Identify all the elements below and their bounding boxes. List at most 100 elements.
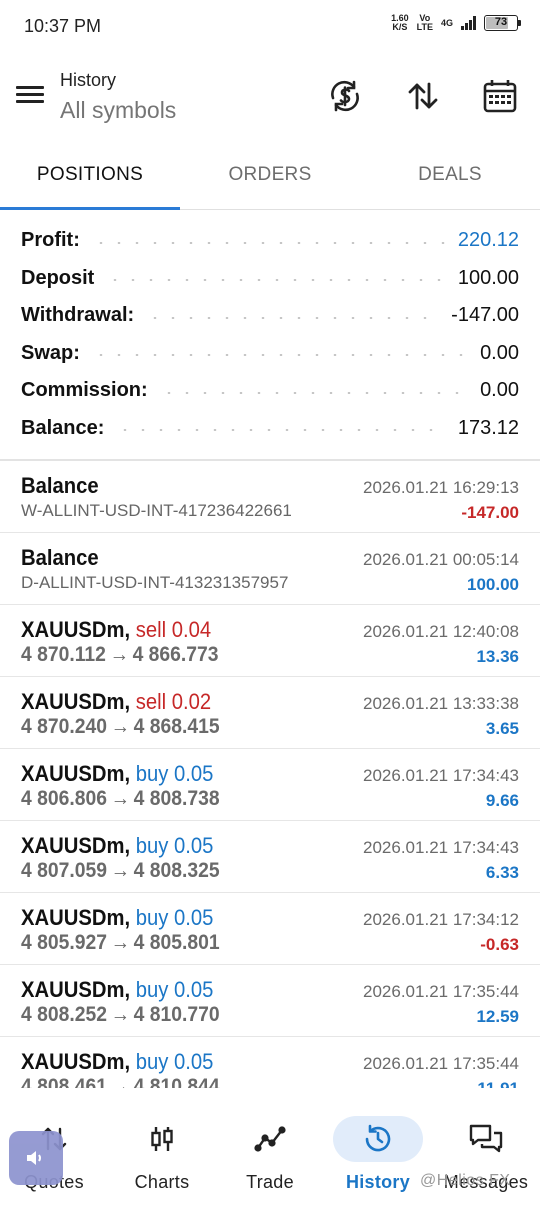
tab-deals[interactable]: DEALS bbox=[360, 148, 540, 209]
deal-symbol: XAUUSDm bbox=[21, 1049, 125, 1074]
summary-row-swap: Swap: 0.00 bbox=[0, 335, 540, 373]
close-price: 4 810.770 bbox=[133, 1003, 220, 1026]
open-price: 4 808.461 bbox=[21, 1075, 107, 1088]
dotted-leader bbox=[146, 316, 440, 319]
list-item[interactable]: XAUUSDm, buy 0.05 4 806.806 → 4 808.738 20… bbox=[0, 749, 540, 821]
tab-positions[interactable]: POSITIONS bbox=[0, 148, 180, 210]
deal-time: 2026.01.21 17:35:44 bbox=[363, 1054, 519, 1073]
summary-label: Profit: bbox=[21, 229, 80, 252]
close-price: 4 866.773 bbox=[132, 643, 219, 666]
deal-side: buy 0.05 bbox=[135, 977, 214, 1002]
deal-profit: 12.59 bbox=[476, 1007, 519, 1026]
status-bar: 10:37 PM 1.60 K/S Vo LTE 4G 73 bbox=[0, 0, 540, 54]
deal-symbol: XAUUSDm bbox=[21, 977, 125, 1002]
summary-row-profit: Profit: 220.12 bbox=[0, 222, 540, 260]
history-list[interactable]: Balance W-ALLINT-USD-INT-417236422661 20… bbox=[0, 461, 540, 1088]
deal-title: XAUUSDm, buy 0.05 bbox=[21, 833, 214, 858]
list-item[interactable]: Balance D-ALLINT-USD-INT-413231357957 20… bbox=[0, 533, 540, 605]
deal-prices: 4 808.461 → 4 810.844 bbox=[21, 1075, 220, 1088]
list-item[interactable]: XAUUSDm, sell 0.02 4 870.240 → 4 868.415 2… bbox=[0, 677, 540, 749]
dotted-leader bbox=[91, 354, 469, 357]
deal-symbol: XAUUSDm bbox=[21, 689, 125, 714]
network-speed: 1.60 K/S bbox=[391, 13, 409, 32]
sort-icon[interactable] bbox=[401, 74, 445, 118]
summary-row-deposit: Deposit 100.00 bbox=[0, 260, 540, 298]
deal-symbol: XAUUSDm bbox=[21, 905, 125, 930]
nav-history[interactable]: History bbox=[324, 1098, 432, 1218]
deal-time: 2026.01.21 13:33:38 bbox=[363, 694, 519, 713]
deal-profit: 3.65 bbox=[485, 719, 519, 738]
list-item[interactable]: XAUUSDm, buy 0.05 4 805.927 → 4 805.801 20… bbox=[0, 893, 540, 965]
list-item[interactable]: XAUUSDm, buy 0.05 4 807.059 → 4 808.325 20… bbox=[0, 821, 540, 893]
deal-side: sell 0.02 bbox=[135, 689, 212, 714]
deal-title: XAUUSDm, buy 0.05 bbox=[21, 1049, 214, 1074]
summary-value: 173.12 bbox=[457, 416, 519, 439]
list-item[interactable]: XAUUSDm, sell 0.04 4 870.112 → 4 866.773 2… bbox=[0, 605, 540, 677]
symbol-filter[interactable]: All symbols bbox=[60, 97, 176, 124]
arrow-right-icon: → bbox=[110, 1075, 130, 1088]
trade-icon bbox=[225, 1116, 315, 1162]
summary-value: -147.00 bbox=[451, 304, 519, 327]
deal-profit: 13.36 bbox=[476, 647, 519, 666]
deal-profit: 11.91 bbox=[477, 1079, 519, 1088]
arrow-right-icon: → bbox=[110, 859, 130, 882]
open-price: 4 808.252 bbox=[21, 1003, 107, 1026]
battery-level: 73 bbox=[494, 16, 508, 28]
menu-icon[interactable] bbox=[14, 82, 46, 108]
deal-time: 2026.01.21 00:05:14 bbox=[363, 550, 519, 569]
deal-title: XAUUSDm, sell 0.04 bbox=[21, 617, 212, 642]
nav-messages[interactable]: Messages bbox=[432, 1098, 540, 1218]
status-time: 10:37 PM bbox=[24, 16, 102, 36]
deal-side: buy 0.05 bbox=[135, 1049, 214, 1074]
dotted-leader bbox=[116, 429, 446, 432]
list-item[interactable]: XAUUSDm, buy 0.05 4 808.252 → 4 810.770 20… bbox=[0, 965, 540, 1037]
deal-time: 2026.01.21 17:34:43 bbox=[363, 838, 519, 857]
deal-time: 2026.01.21 16:29:13 bbox=[363, 478, 519, 497]
volte-indicator: Vo LTE bbox=[416, 13, 433, 32]
deal-prices: 4 805.927 → 4 805.801 bbox=[21, 931, 220, 955]
deal-symbol: XAUUSDm bbox=[21, 833, 125, 858]
arrow-right-icon: → bbox=[110, 787, 130, 810]
battery-icon: 73 bbox=[484, 15, 521, 31]
summary-value: 0.00 bbox=[480, 341, 519, 364]
tab-orders[interactable]: ORDERS bbox=[180, 148, 360, 209]
open-price: 4 807.059 bbox=[21, 859, 107, 882]
open-price: 4 806.806 bbox=[21, 787, 107, 810]
deal-profit: 6.33 bbox=[485, 863, 519, 882]
arrow-right-icon: → bbox=[110, 931, 130, 954]
nav-label: Trade bbox=[246, 1172, 294, 1192]
speaker-icon bbox=[27, 1151, 41, 1165]
nav-charts[interactable]: Charts bbox=[108, 1098, 216, 1218]
deal-symbol: Balance bbox=[21, 473, 99, 498]
nav-label: History bbox=[345, 1172, 411, 1192]
list-item[interactable]: XAUUSDm, buy 0.05 4 808.461 → 4 810.844 20… bbox=[0, 1037, 540, 1088]
messages-icon bbox=[441, 1116, 531, 1162]
currency-exchange-icon[interactable] bbox=[323, 74, 367, 118]
history-tabs: POSITIONS ORDERS DEALS bbox=[0, 148, 540, 210]
bottom-navigation: Quotes Charts Trade Histor bbox=[0, 1098, 540, 1218]
list-item[interactable]: Balance W-ALLINT-USD-INT-417236422661 20… bbox=[0, 461, 540, 533]
close-price: 4 808.325 bbox=[133, 859, 220, 882]
watermark: @Helios FX bbox=[420, 1172, 511, 1189]
network-type: 4G bbox=[440, 17, 453, 28]
summary-value: 0.00 bbox=[480, 379, 519, 402]
deal-symbol: XAUUSDm bbox=[21, 617, 125, 642]
history-icon bbox=[333, 1116, 423, 1162]
deal-comment: W-ALLINT-USD-INT-417236422661 bbox=[21, 501, 292, 520]
calendar-icon[interactable] bbox=[478, 74, 522, 118]
open-price: 4 870.240 bbox=[21, 715, 107, 738]
open-price: 4 805.927 bbox=[21, 931, 107, 954]
nav-trade[interactable]: Trade bbox=[216, 1098, 324, 1218]
toolbar: History All symbols bbox=[0, 60, 540, 136]
deal-prices: 4 807.059 → 4 808.325 bbox=[21, 859, 220, 883]
deal-time: 2026.01.21 12:40:08 bbox=[363, 622, 519, 641]
deal-prices: 4 808.252 → 4 810.770 bbox=[21, 1003, 220, 1027]
deal-profit: 9.66 bbox=[485, 791, 519, 810]
deal-title: XAUUSDm, buy 0.05 bbox=[21, 761, 214, 786]
floating-sound-button[interactable] bbox=[9, 1131, 63, 1185]
account-summary: Profit: 220.12 Deposit 100.00 Withdrawal… bbox=[0, 222, 540, 447]
summary-row-commission: Commission: 0.00 bbox=[0, 372, 540, 410]
status-indicators: 1.60 K/S Vo LTE 4G 73 bbox=[391, 13, 521, 32]
summary-label: Deposit bbox=[21, 266, 95, 289]
nav-label: Charts bbox=[134, 1172, 190, 1192]
